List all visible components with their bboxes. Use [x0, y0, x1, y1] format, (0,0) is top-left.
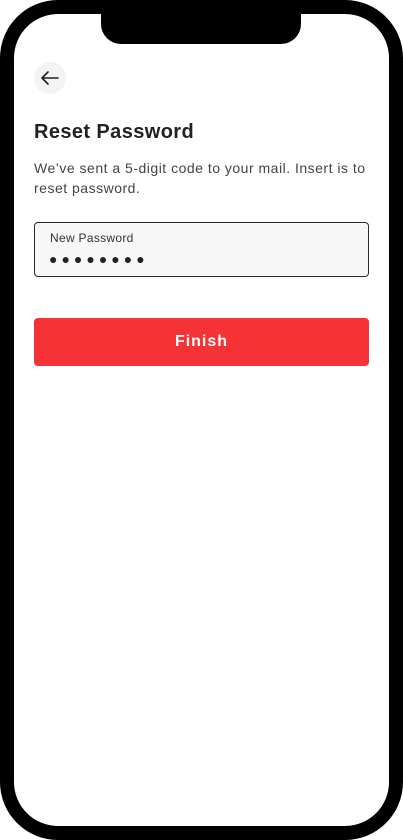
- finish-button[interactable]: Finish: [34, 318, 369, 366]
- new-password-field[interactable]: New Password ●●●●●●●●: [34, 222, 369, 277]
- app-screen: Reset Password We’ve sent a 5-digit code…: [14, 14, 389, 826]
- back-button[interactable]: [34, 62, 66, 94]
- instruction-text: We’ve sent a 5-digit code to your mail. …: [34, 160, 366, 196]
- page-title: Reset Password: [34, 121, 195, 143]
- new-password-value[interactable]: ●●●●●●●●: [49, 251, 149, 267]
- new-password-label: New Password: [50, 231, 134, 245]
- notch: [101, 14, 301, 44]
- arrow-left-icon: [41, 71, 59, 85]
- phone-frame: Reset Password We’ve sent a 5-digit code…: [0, 0, 403, 840]
